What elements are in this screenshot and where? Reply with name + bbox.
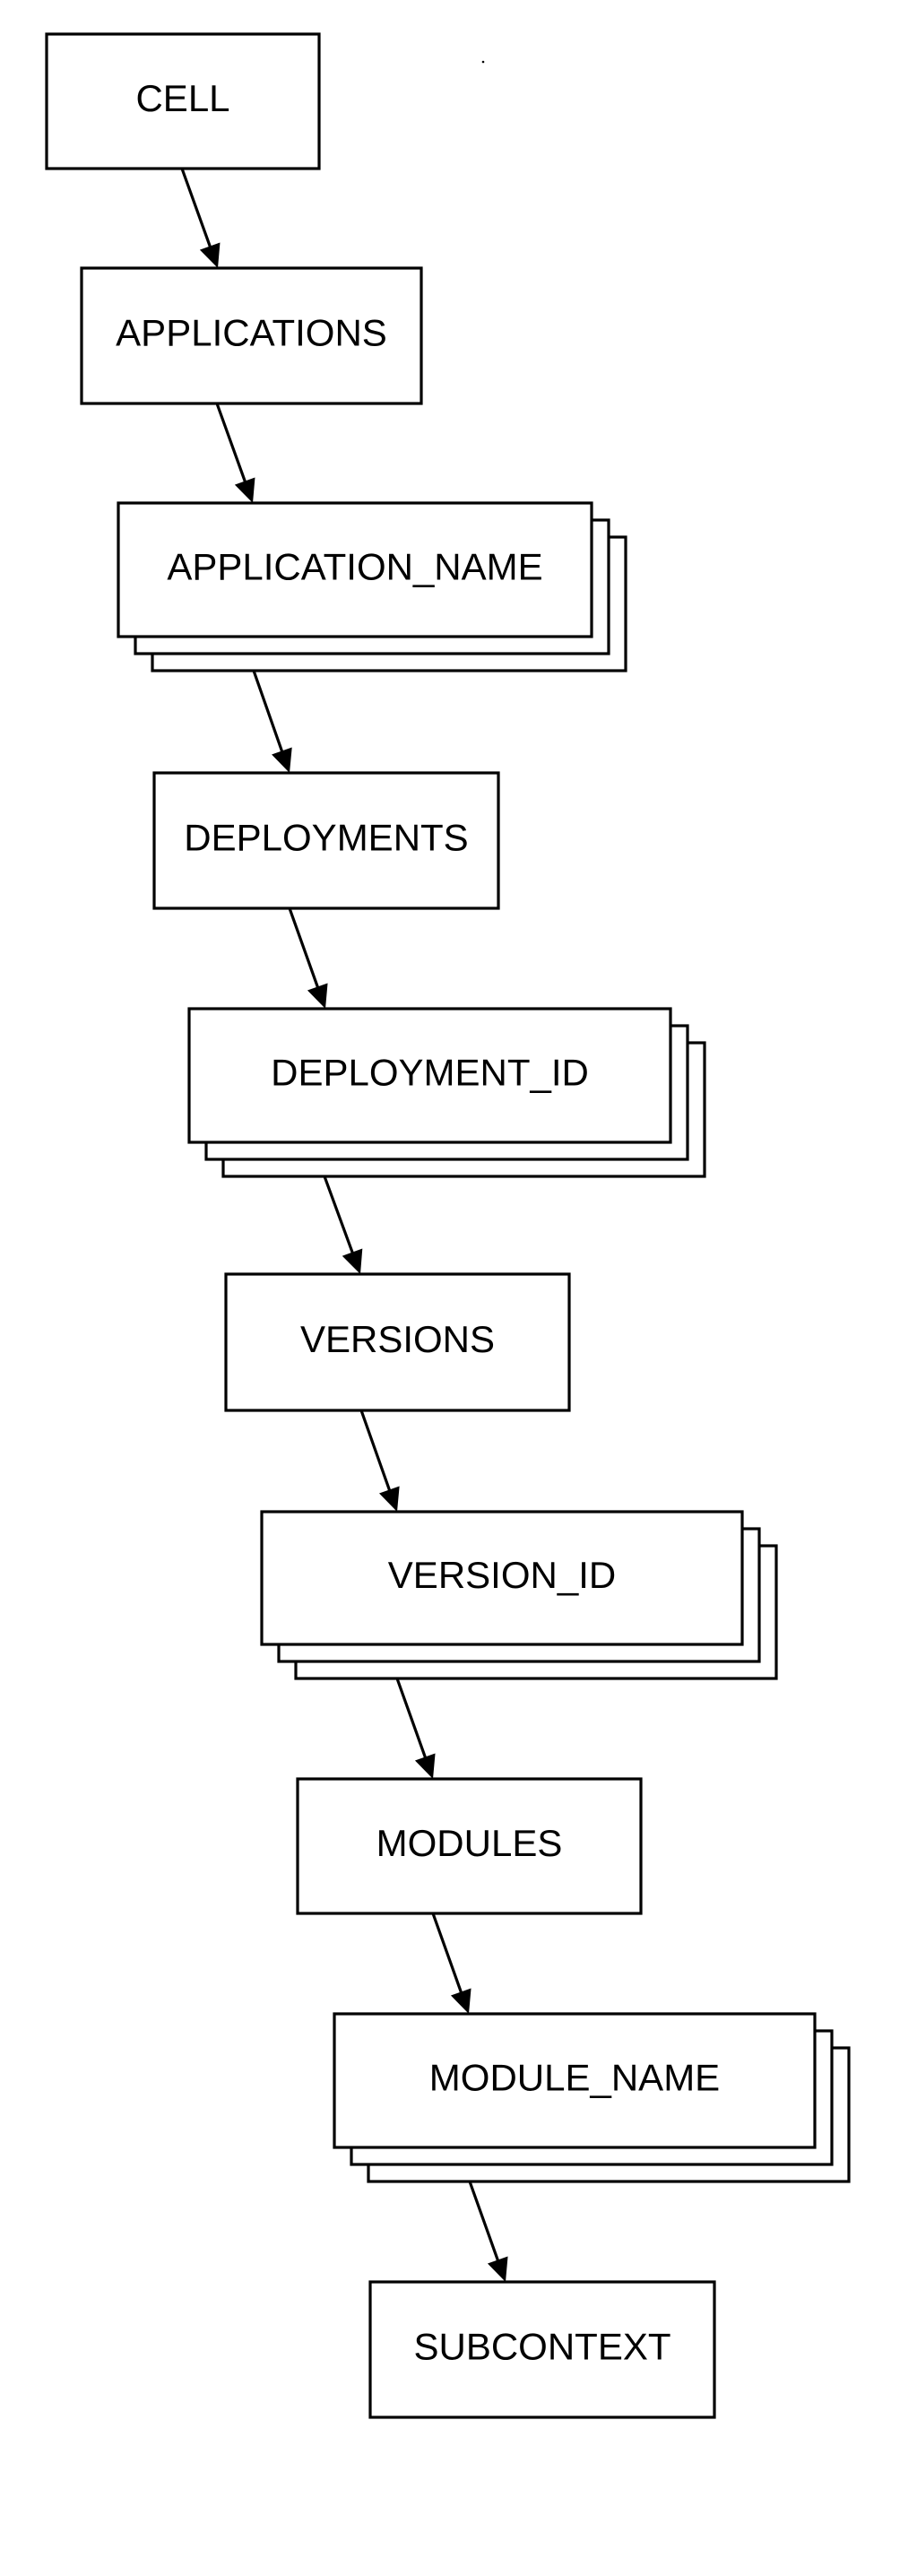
edge-version-id-to-modules (395, 1678, 436, 1779)
edge-cell-to-applications (180, 168, 221, 268)
edge-module-name-to-subcontext (468, 2181, 508, 2282)
edge-applications-to-application-name (215, 403, 255, 503)
edges-layer (180, 168, 508, 2282)
connector-line (215, 403, 248, 485)
edge-versions-to-version-id (359, 1409, 400, 1512)
node-modules: MODULES (296, 1777, 643, 1915)
connector-line (288, 907, 321, 991)
edge-deployments-to-deployment-id (288, 907, 328, 1009)
arrowhead-icon (450, 1988, 471, 2014)
node-label: APPLICATION_NAME (167, 546, 542, 588)
arrowhead-icon (487, 2256, 508, 2282)
arrowhead-icon (234, 477, 255, 503)
connector-line (252, 670, 285, 755)
arrowhead-icon (272, 747, 292, 773)
node-label: VERSION_ID (388, 1554, 616, 1596)
edge-deployment-id-to-versions (323, 1175, 363, 1274)
node-label: DEPLOYMENTS (184, 817, 468, 859)
node-module-name: MODULE_NAME (333, 2012, 851, 2183)
node-deployment-id: DEPLOYMENT_ID (187, 1007, 706, 1178)
arrowhead-icon (414, 1753, 436, 1779)
node-application-name: APPLICATION_NAME (117, 501, 627, 672)
edge-application-name-to-deployments (252, 670, 292, 773)
node-label: SUBCONTEXT (413, 2326, 670, 2368)
connector-line (431, 1912, 464, 1996)
edge-modules-to-module-name (431, 1912, 471, 2014)
arrowhead-icon (307, 983, 328, 1009)
connector-line (395, 1678, 428, 1761)
node-versions: VERSIONS (224, 1272, 571, 1412)
nodes-layer: CELL APPLICATIONS APPLICATION_NAME DEPLOYME… (45, 32, 851, 2419)
connector-line (359, 1409, 393, 1494)
connector-line (323, 1175, 355, 1256)
arrowhead-icon (379, 1486, 400, 1512)
connector-line (180, 168, 213, 250)
node-label: DEPLOYMENT_ID (271, 1052, 589, 1094)
node-version-id: VERSION_ID (260, 1510, 778, 1680)
node-label: CELL (135, 77, 229, 119)
node-label: APPLICATIONS (116, 312, 387, 354)
node-cell: CELL (45, 32, 321, 170)
node-applications: APPLICATIONS (80, 266, 423, 405)
node-deployments: DEPLOYMENTS (152, 771, 500, 910)
node-label: MODULE_NAME (429, 2057, 720, 2099)
node-subcontext: SUBCONTEXT (368, 2280, 716, 2419)
arrowhead-icon (199, 242, 221, 268)
arrowhead-icon (342, 1248, 363, 1274)
hierarchy-diagram: CELL APPLICATIONS APPLICATION_NAME DEPLOYME… (45, 32, 851, 2419)
node-label: MODULES (376, 1822, 563, 1864)
scan-speck (481, 60, 485, 64)
node-label: VERSIONS (300, 1318, 495, 1360)
connector-line (468, 2181, 501, 2264)
